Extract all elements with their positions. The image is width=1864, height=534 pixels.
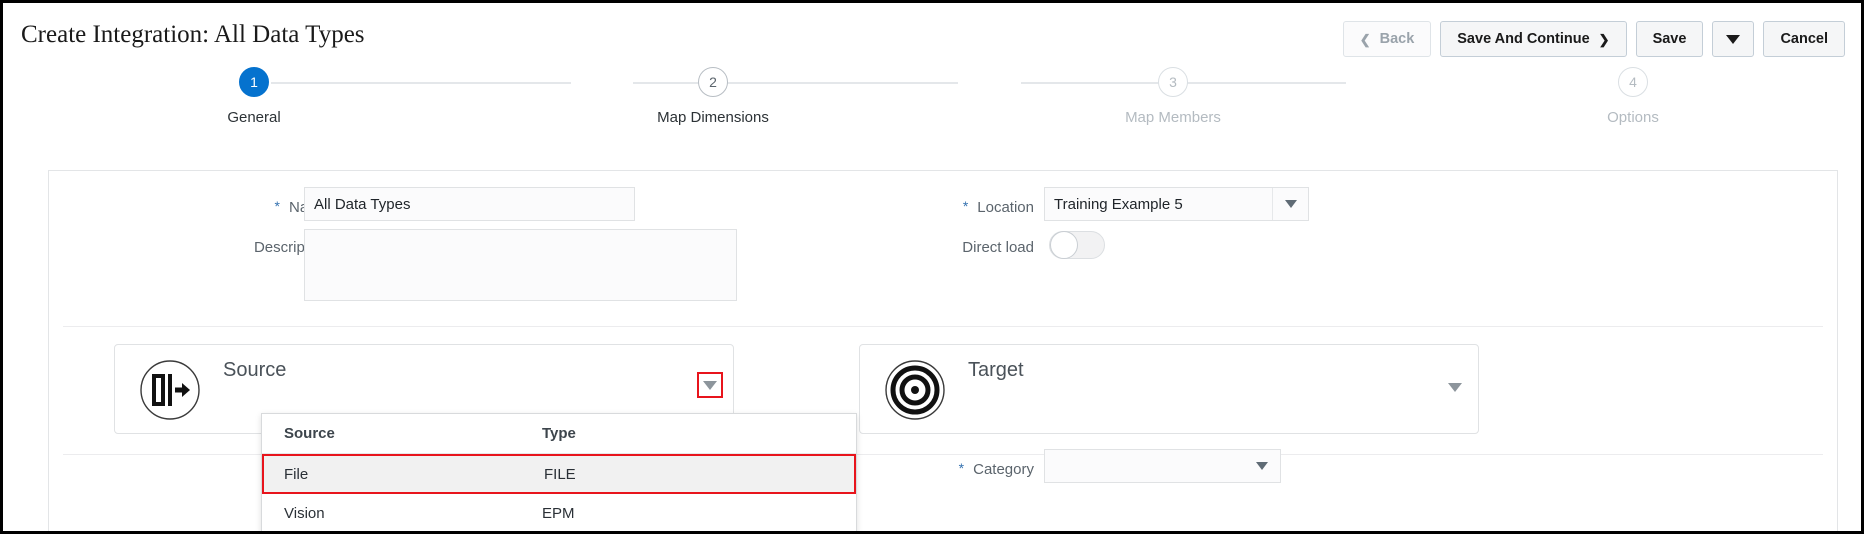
name-input[interactable]: All Data Types [304,187,635,221]
chevron-left-icon: ❮ [1359,31,1371,47]
chevron-right-icon: ❯ [1598,31,1610,47]
stepper-step-map-dimensions-number: 2 [698,67,728,97]
panel-divider-top [63,326,1823,327]
location-select-value: Training Example 5 [1054,195,1183,213]
category-required-asterisk: * [958,460,965,476]
source-dropdown-column-source: Source [284,425,335,442]
category-label-text: Category [973,461,1034,478]
caret-down-icon [703,380,717,390]
category-select-arrow[interactable] [1244,450,1280,482]
source-dropdown-column-type: Type [542,425,576,442]
caret-down-icon [1256,462,1268,470]
save-button[interactable]: Save [1635,21,1704,57]
direct-load-label: Direct load [962,239,1034,256]
source-dropdown-list[interactable]: Source Type File FILE Vision EPM [261,413,857,531]
source-dropdown-header: Source Type [262,414,856,454]
application-window: Create Integration: All Data Types ❮ Bac… [0,0,1864,534]
save-button-label: Save [1652,31,1687,47]
source-dropdown-item-file[interactable]: File FILE [262,454,856,494]
save-and-continue-button[interactable]: Save And Continue ❯ [1440,21,1627,57]
save-and-continue-label: Save And Continue [1457,31,1590,47]
location-label-text: Location [977,199,1034,216]
category-field-label: * Category [924,460,1034,478]
location-select-arrow[interactable] [1272,188,1308,220]
page-title: Create Integration: All Data Types [21,21,365,48]
source-dropdown-item-vision[interactable]: Vision EPM [262,494,856,531]
location-required-asterisk: * [962,198,969,214]
header-toolbar: ❮ Back Save And Continue ❯ Save Cancel [1342,21,1845,57]
stepper-step-general-number: 1 [239,67,269,97]
source-dropdown-item-file-type: FILE [544,465,576,483]
target-card-dropdown-button[interactable] [1448,383,1462,392]
save-menu-button[interactable] [1712,21,1755,57]
target-card-title: Target [968,359,1024,381]
description-textarea[interactable] [304,229,737,301]
name-input-value: All Data Types [314,195,411,213]
location-select[interactable]: Training Example 5 [1044,187,1309,221]
source-card-dropdown-button[interactable] [697,372,723,398]
direct-load-toggle-knob [1050,231,1078,259]
stepper-step-options-number: 4 [1618,67,1648,97]
page-header: Create Integration: All Data Types ❮ Bac… [3,3,1861,67]
source-dropdown-item-vision-type: EPM [542,504,575,522]
name-required-asterisk: * [274,198,280,214]
cancel-button[interactable]: Cancel [1763,21,1845,57]
stepper-step-options-label: Options [1607,109,1659,126]
stepper-step-map-members-label: Map Members [1125,109,1221,126]
wizard-stepper: 1 General 2 Map Dimensions 3 Map Members… [3,67,1861,149]
back-button[interactable]: ❮ Back [1342,21,1432,57]
stepper-step-map-dimensions[interactable]: 2 Map Dimensions [603,67,823,126]
stepper-step-map-members[interactable]: 3 Map Members [1063,67,1283,126]
stepper-step-map-dimensions-label: Map Dimensions [657,109,769,126]
caret-down-icon [1726,34,1741,44]
stepper-step-options[interactable]: 4 Options [1523,67,1743,126]
cancel-button-label: Cancel [1780,31,1828,47]
category-select[interactable] [1044,449,1281,483]
source-card-title: Source [223,359,287,381]
caret-down-icon [1284,200,1297,208]
stepper-step-map-members-number: 3 [1158,67,1188,97]
bullseye-target-icon [884,359,946,421]
source-dropdown-item-vision-name: Vision [284,504,325,522]
stepper-step-general-label: General [227,109,281,126]
direct-load-toggle[interactable] [1049,231,1105,259]
target-card[interactable]: Target [859,344,1479,434]
data-export-icon [139,359,201,421]
back-button-label: Back [1379,31,1415,47]
location-field-label: * Location [924,198,1034,216]
source-dropdown-item-file-name: File [284,465,309,483]
stepper-step-general[interactable]: 1 General [144,67,364,126]
